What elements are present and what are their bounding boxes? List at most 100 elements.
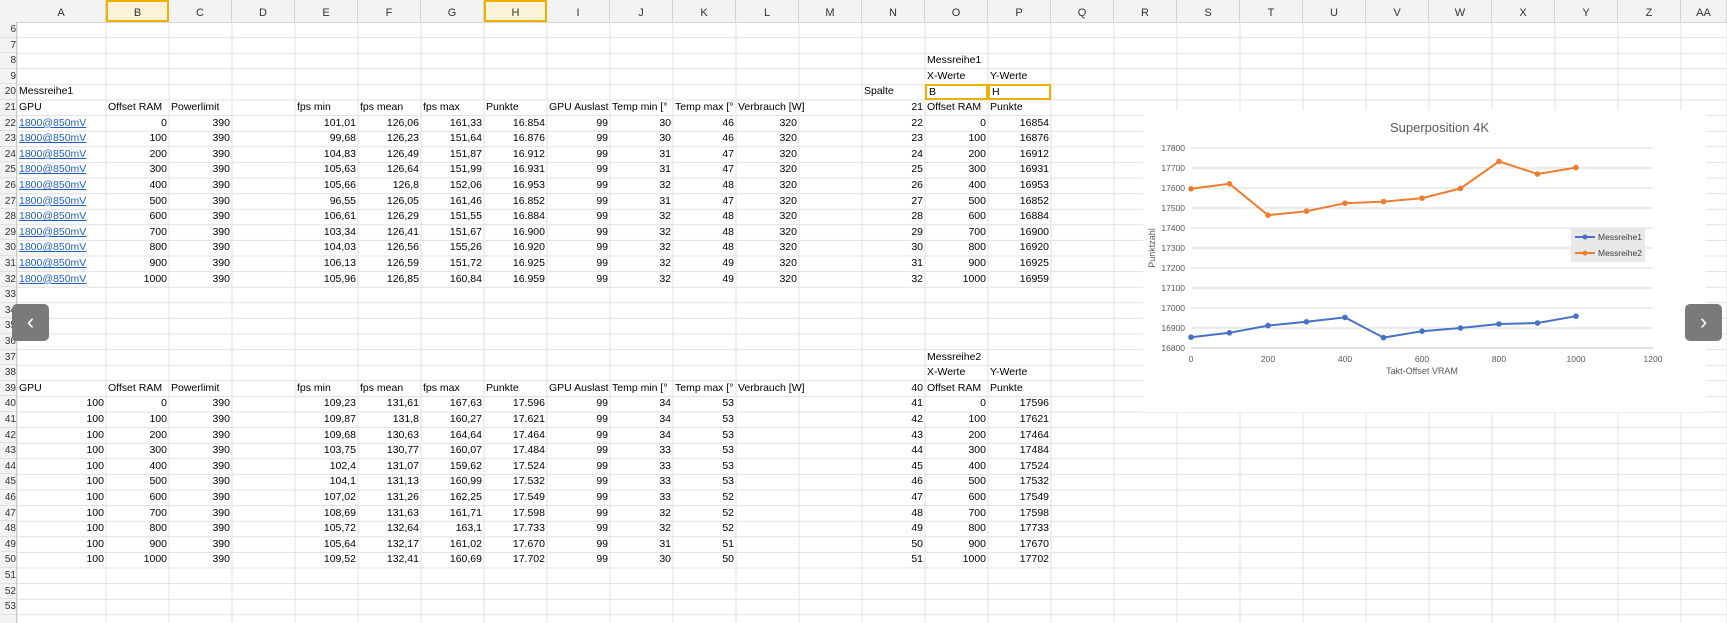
label-messreihe2[interactable]: Messreihe2 (925, 350, 988, 366)
value-cell[interactable]: 126,59 (358, 256, 421, 272)
gpu-cell[interactable]: 1800@850mV (17, 240, 106, 256)
value-cell[interactable]: 800 (106, 240, 169, 256)
value-cell[interactable]: 17532 (988, 474, 1051, 490)
value-cell[interactable]: 390 (169, 240, 232, 256)
value-cell[interactable]: 700 (106, 225, 169, 241)
row-header[interactable]: 27 (0, 194, 16, 210)
value-cell[interactable]: 100 (106, 412, 169, 428)
value-cell[interactable]: 390 (169, 194, 232, 210)
value-cell[interactable]: 17524 (988, 459, 1051, 475)
value-cell[interactable]: 53 (673, 396, 736, 412)
value-cell[interactable]: 700 (925, 506, 988, 522)
gpu-cell[interactable]: 1800@850mV (17, 147, 106, 163)
value-cell[interactable]: 99 (547, 474, 610, 490)
column-header-w[interactable]: W (1429, 0, 1492, 22)
value-cell[interactable]: 16.884 (484, 209, 547, 225)
row-header[interactable]: 30 (0, 240, 16, 256)
value-cell[interactable]: 300 (106, 162, 169, 178)
value-cell[interactable]: 17.596 (484, 396, 547, 412)
row-header[interactable]: 21 (0, 100, 16, 116)
value-cell[interactable]: 44 (862, 443, 925, 459)
value-cell[interactable]: 16.900 (484, 225, 547, 241)
value-cell[interactable]: 99 (547, 225, 610, 241)
column-header-v[interactable]: V (1366, 0, 1429, 22)
header-p[interactable]: Punkte (988, 381, 1051, 397)
column-header-t[interactable]: T (1240, 0, 1303, 22)
value-cell[interactable]: 45 (862, 459, 925, 475)
value-cell[interactable]: 17.702 (484, 552, 547, 568)
column-header-d[interactable]: D (232, 0, 295, 22)
value-cell[interactable]: 17598 (988, 506, 1051, 522)
row-header[interactable]: 7 (0, 38, 16, 54)
header-verbrauch[interactable]: Verbrauch [W] (736, 381, 862, 397)
value-cell[interactable]: 103,75 (295, 443, 358, 459)
column-header-n[interactable]: N (862, 0, 925, 22)
value-cell[interactable]: 32 (610, 256, 673, 272)
header-o[interactable]: Offset RAM (925, 381, 988, 397)
row-header[interactable]: 22 (0, 116, 16, 132)
row-header[interactable]: 46 (0, 490, 16, 506)
value-cell[interactable]: 131,26 (358, 490, 421, 506)
column-header-h[interactable]: H (484, 0, 547, 22)
value-cell[interactable]: 130,77 (358, 443, 421, 459)
row-header[interactable]: 23 (0, 131, 16, 147)
value-cell[interactable]: 103,34 (295, 225, 358, 241)
value-cell[interactable]: 31 (610, 162, 673, 178)
row-header[interactable]: 28 (0, 209, 16, 225)
value-cell[interactable]: 16900 (988, 225, 1051, 241)
column-header-r[interactable]: R (1114, 0, 1177, 22)
value-cell[interactable]: 151,64 (421, 131, 484, 147)
value-cell[interactable]: 600 (925, 490, 988, 506)
value-cell[interactable]: 160,27 (421, 412, 484, 428)
value-cell[interactable]: 99 (547, 116, 610, 132)
value-cell[interactable]: 48 (673, 225, 736, 241)
value-cell[interactable]: 17702 (988, 552, 1051, 568)
row-header[interactable]: 47 (0, 506, 16, 522)
value-cell[interactable]: 53 (673, 474, 736, 490)
value-cell[interactable]: 1000 (925, 272, 988, 288)
value-cell[interactable]: 320 (736, 131, 799, 147)
value-cell[interactable]: 99 (547, 552, 610, 568)
column-header-c[interactable]: C (169, 0, 232, 22)
value-cell[interactable]: 52 (673, 521, 736, 537)
value-cell[interactable]: 16959 (988, 272, 1051, 288)
label-x-werte-2[interactable]: X-Werte (925, 365, 988, 381)
value-cell[interactable]: 0 (925, 116, 988, 132)
value-cell[interactable]: 900 (925, 537, 988, 553)
value-cell[interactable]: 52 (673, 490, 736, 506)
value-cell[interactable]: 96,55 (295, 194, 358, 210)
value-cell[interactable]: 48 (673, 178, 736, 194)
value-cell[interactable]: 53 (673, 428, 736, 444)
value-cell[interactable]: 99 (547, 537, 610, 553)
value-cell[interactable]: 161,71 (421, 506, 484, 522)
selected-cell-h[interactable]: H (988, 84, 1051, 100)
value-cell[interactable]: 53 (673, 459, 736, 475)
column-header-o[interactable]: O (925, 0, 988, 22)
value-cell[interactable]: 16.912 (484, 147, 547, 163)
value-cell[interactable]: 16953 (988, 178, 1051, 194)
value-cell[interactable]: 24 (862, 147, 925, 163)
value-cell[interactable]: 49 (673, 272, 736, 288)
value-cell[interactable]: 16.854 (484, 116, 547, 132)
value-cell[interactable]: 31 (862, 256, 925, 272)
value-cell[interactable]: 390 (169, 537, 232, 553)
value-cell[interactable]: 17.524 (484, 459, 547, 475)
value-cell[interactable]: 500 (106, 194, 169, 210)
value-cell[interactable]: 30 (610, 131, 673, 147)
row-header[interactable]: 42 (0, 428, 16, 444)
value-cell[interactable]: 100 (106, 131, 169, 147)
value-cell[interactable]: 34 (610, 412, 673, 428)
value-cell[interactable]: 48 (862, 506, 925, 522)
column-header-l[interactable]: L (736, 0, 799, 22)
value-cell[interactable]: 390 (169, 162, 232, 178)
header-o[interactable]: Offset RAM (925, 100, 988, 116)
gpu-cell[interactable]: 100 (17, 474, 106, 490)
value-cell[interactable]: 130,63 (358, 428, 421, 444)
header-fpsmean[interactable]: fps mean (358, 100, 421, 116)
value-cell[interactable]: 390 (169, 552, 232, 568)
gpu-cell[interactable]: 100 (17, 537, 106, 553)
value-cell[interactable]: 16912 (988, 147, 1051, 163)
value-cell[interactable]: 23 (862, 131, 925, 147)
value-cell[interactable]: 500 (925, 474, 988, 490)
value-cell[interactable]: 1000 (925, 552, 988, 568)
